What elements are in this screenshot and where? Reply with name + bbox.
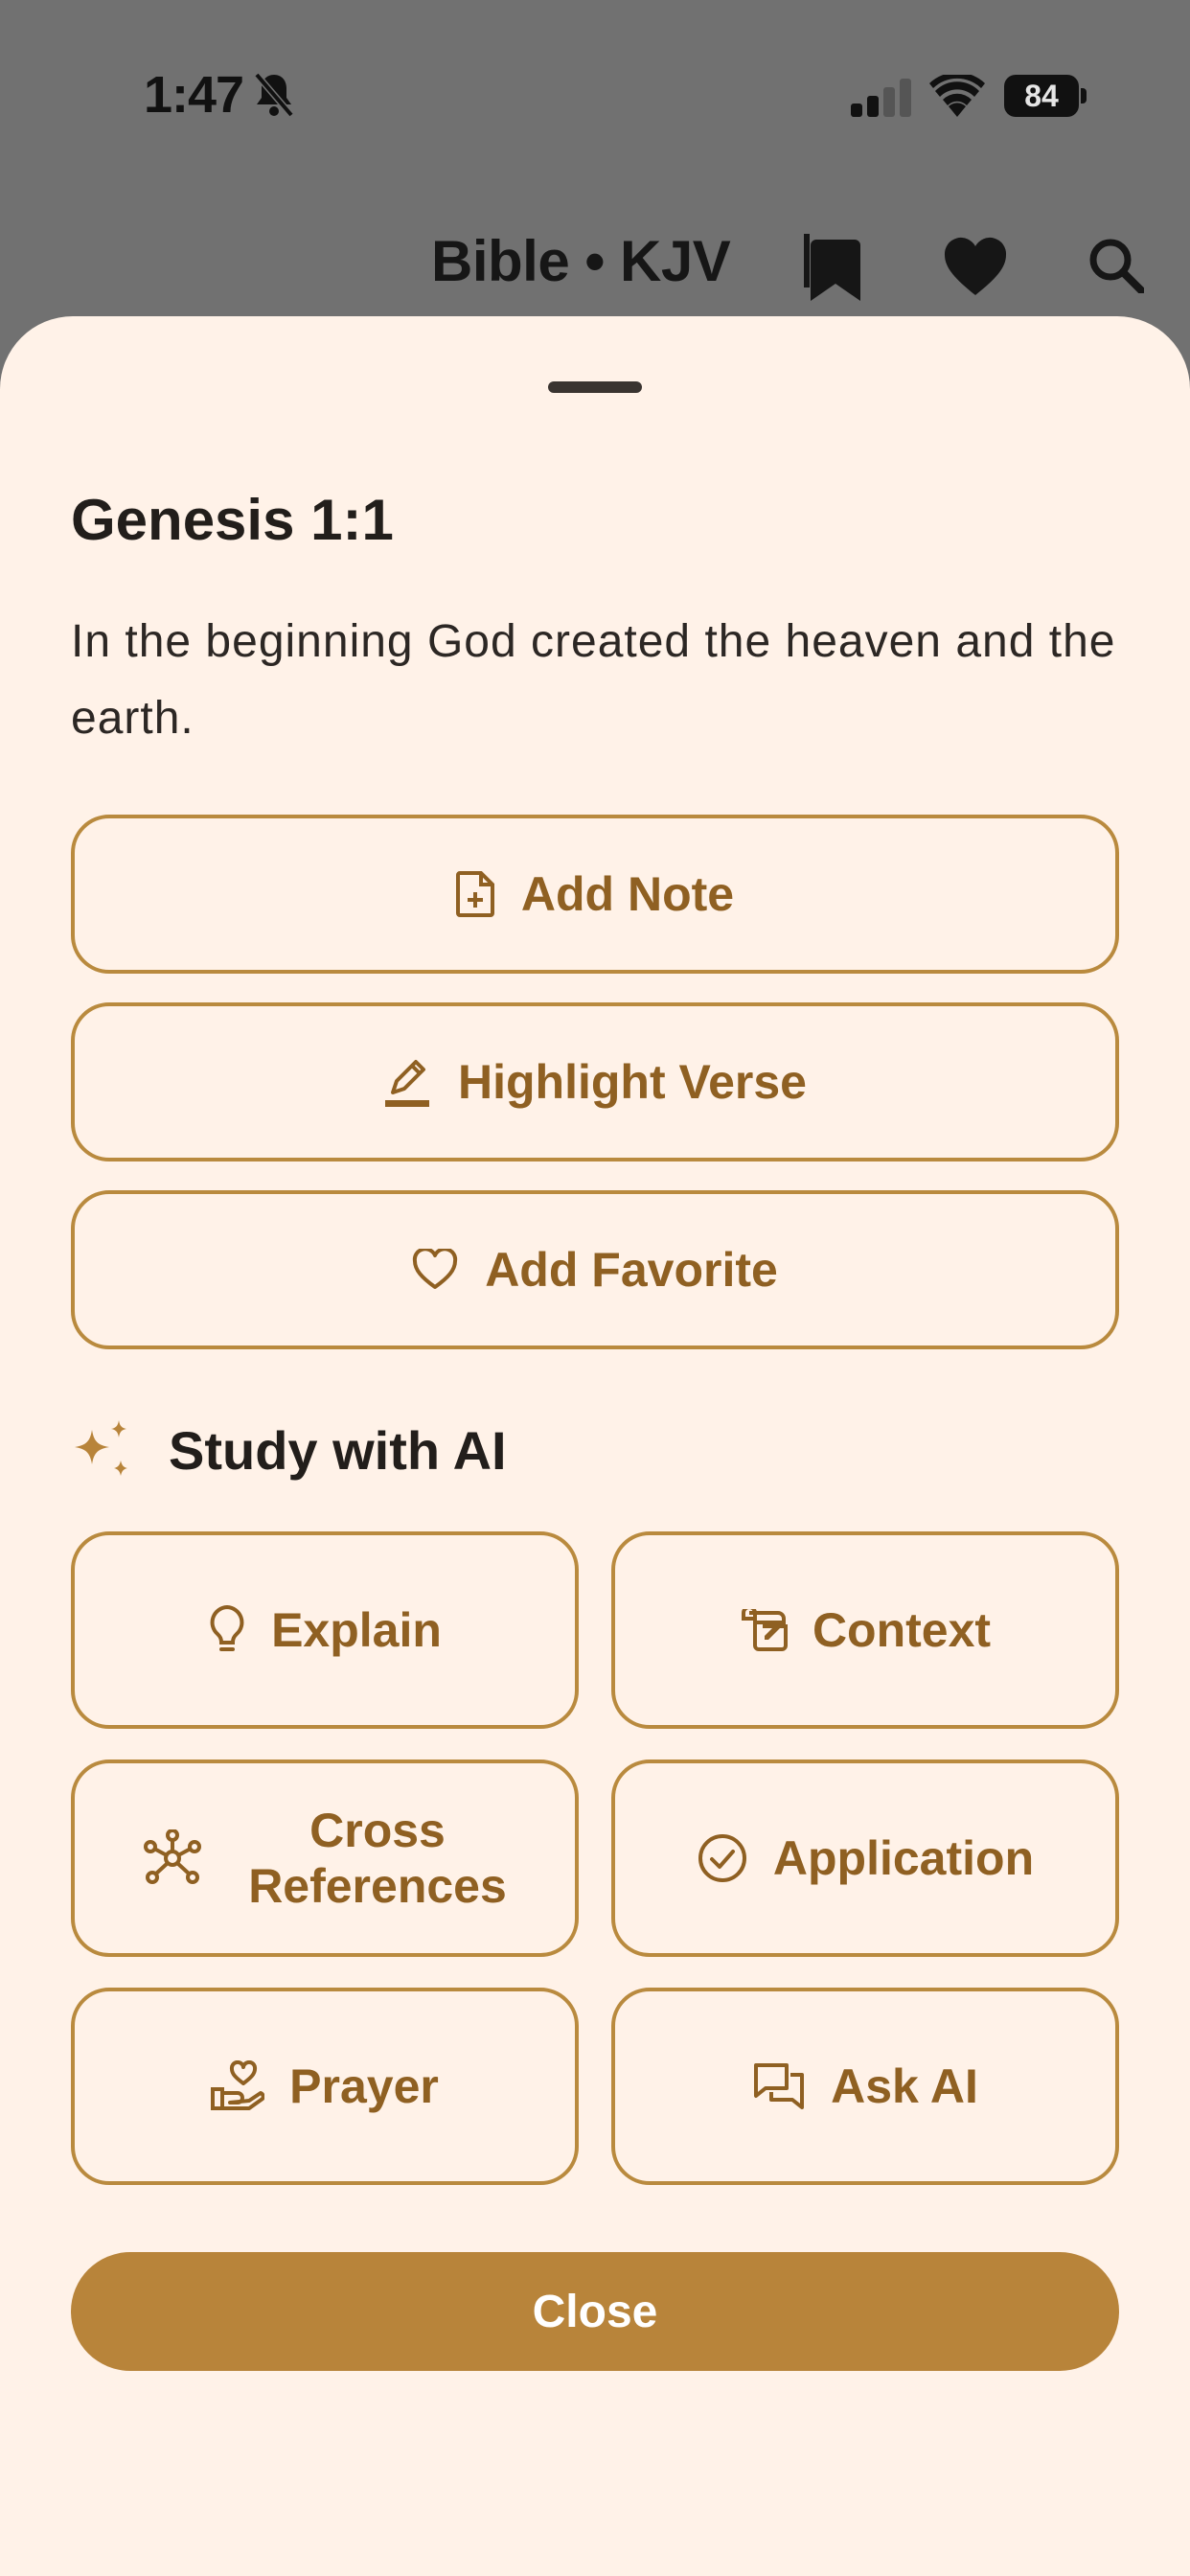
- add-note-label: Add Note: [520, 867, 735, 921]
- battery-tip: [1081, 88, 1087, 104]
- status-time: 1:47: [144, 66, 244, 124]
- battery-indicator: 84: [1004, 75, 1087, 117]
- context-label: Context: [812, 1603, 992, 1657]
- status-bar: 1:47 84: [0, 0, 1190, 192]
- scroll-icon: [741, 1609, 788, 1651]
- lightbulb-icon: [210, 1604, 244, 1651]
- application-button[interactable]: Application: [611, 1760, 1119, 1957]
- bell-slash-icon: [254, 72, 294, 118]
- cellular-signal-icon: [851, 79, 911, 117]
- context-button[interactable]: Context: [611, 1531, 1119, 1729]
- study-with-ai-header: Study with AI: [71, 1418, 507, 1482]
- battery-level: 84: [1004, 75, 1079, 117]
- cross-references-label-line2: References: [248, 1859, 507, 1913]
- application-label: Application: [772, 1831, 1035, 1885]
- prayer-label: Prayer: [289, 2059, 439, 2113]
- verse-reference: Genesis 1:1: [71, 488, 394, 552]
- study-with-ai-title: Study with AI: [169, 1419, 507, 1481]
- add-favorite-button[interactable]: Add Favorite: [71, 1190, 1119, 1349]
- bookmarks-icon[interactable]: [803, 230, 864, 301]
- add-note-button[interactable]: Add Note: [71, 815, 1119, 974]
- network-icon: [144, 1829, 202, 1884]
- prayer-button[interactable]: Prayer: [71, 1988, 579, 2185]
- heart-filled-icon[interactable]: [943, 236, 1008, 299]
- hand-heart-icon: [211, 2060, 265, 2110]
- sheet-grabber[interactable]: [548, 381, 642, 393]
- screen: 1:47 84 Bible • KJV Genesis 1:1 In the b…: [0, 0, 1190, 2576]
- explain-button[interactable]: Explain: [71, 1531, 579, 1729]
- pencil-highlight-icon: [385, 1060, 430, 1107]
- sparkles-icon: [75, 1420, 127, 1476]
- close-button[interactable]: Close: [71, 2252, 1119, 2371]
- highlight-verse-button[interactable]: Highlight Verse: [71, 1002, 1119, 1162]
- add-favorite-label: Add Favorite: [485, 1243, 778, 1297]
- explain-label: Explain: [271, 1603, 442, 1657]
- ask-ai-button[interactable]: Ask AI: [611, 1988, 1119, 2185]
- verse-actions-sheet: Genesis 1:1 In the beginning God created…: [0, 316, 1190, 2576]
- wifi-icon: [929, 75, 985, 117]
- verse-text: In the beginning God created the heaven …: [71, 616, 1116, 744]
- note-add-icon: [455, 871, 494, 917]
- cross-references-label-line1: Cross: [309, 1804, 446, 1857]
- chat-bubbles-icon: [754, 2063, 805, 2109]
- cross-references-label: Cross References: [248, 1803, 507, 1914]
- nav-title[interactable]: Bible • KJV: [431, 228, 731, 294]
- check-circle-icon: [698, 1834, 746, 1882]
- highlight-verse-label: Highlight Verse: [458, 1055, 807, 1109]
- ask-ai-label: Ask AI: [831, 2059, 978, 2113]
- heart-outline-icon: [413, 1249, 458, 1289]
- search-icon[interactable]: [1088, 238, 1144, 293]
- cross-references-button[interactable]: Cross References: [71, 1760, 579, 1957]
